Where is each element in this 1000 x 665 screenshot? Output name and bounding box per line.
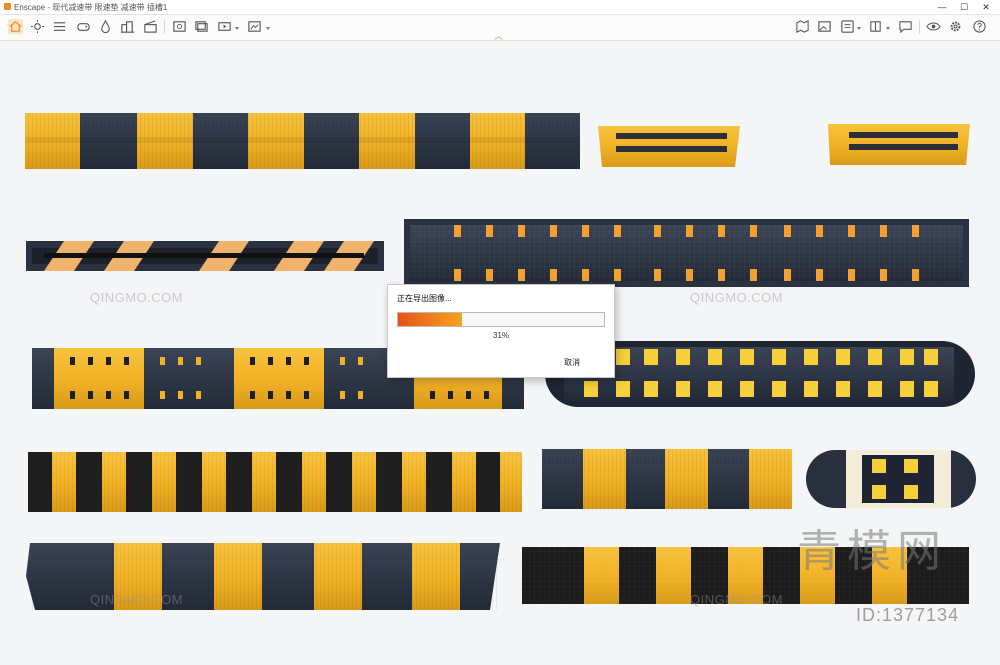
toolbar-separator (919, 20, 920, 34)
speed-bump-7 (542, 449, 792, 509)
speed-bump-3 (404, 219, 969, 287)
asset-dropdown[interactable] (857, 27, 861, 30)
window-title: Enscape - 现代减速带 限速垫 减速带 插槽1 (14, 3, 168, 12)
eye-icon[interactable] (926, 19, 941, 34)
enscape-logo-icon (4, 3, 11, 10)
close-button[interactable]: ✕ (976, 1, 996, 13)
collapse-toolbar-chevron-icon[interactable]: ︿ (494, 32, 503, 41)
speed-bump-small-2 (828, 124, 970, 165)
watermark-text: QINGMO.COM (690, 592, 784, 607)
drop-icon[interactable] (98, 19, 113, 34)
help-icon[interactable] (972, 19, 987, 34)
chat-icon[interactable] (898, 19, 913, 34)
video-export-dropdown[interactable] (235, 27, 239, 30)
cancel-button[interactable]: 取消 (564, 357, 580, 368)
list-icon[interactable] (52, 19, 67, 34)
speed-bump-8 (806, 450, 976, 508)
progress-bar-fill (398, 313, 462, 326)
speed-bump-6 (28, 452, 522, 512)
maximize-button[interactable]: ☐ (954, 1, 974, 13)
speed-bump-2 (26, 241, 384, 271)
video-export-icon[interactable] (217, 19, 232, 34)
screenshot-icon[interactable] (172, 19, 187, 34)
home-icon[interactable] (8, 19, 23, 34)
minimize-button[interactable]: — (932, 1, 952, 13)
buildings-icon[interactable] (120, 19, 135, 34)
gear-icon[interactable] (948, 19, 963, 34)
speed-bump-small-1 (598, 126, 740, 167)
title-bar: Enscape - 现代减速带 限速垫 减速带 插槽1 — ☐ ✕ (0, 0, 1000, 15)
book-icon[interactable] (868, 19, 883, 34)
controller-icon[interactable] (76, 19, 91, 34)
export-progress-dialog: 正在导出图像... 31% 取消 (387, 284, 615, 378)
watermark-text: QINGMO.COM (90, 290, 184, 305)
sun-icon[interactable] (30, 19, 45, 34)
watermark-text: QINGMO.COM (690, 290, 784, 305)
clapper-icon[interactable] (143, 19, 158, 34)
panorama-export-icon[interactable] (247, 19, 262, 34)
speed-bump-1 (25, 113, 580, 169)
dialog-title: 正在导出图像... (397, 294, 452, 303)
watermark-text: QINGMO.COM (90, 592, 184, 607)
batch-render-icon[interactable] (194, 19, 209, 34)
watermark-logo-text: 青模网 (797, 526, 947, 577)
progress-bar (397, 312, 605, 327)
toolbar-separator (164, 20, 165, 34)
map-icon[interactable] (795, 19, 810, 34)
image-icon[interactable] (817, 19, 832, 34)
asset-library-icon[interactable] (840, 19, 855, 34)
panorama-export-dropdown[interactable] (266, 27, 270, 30)
progress-percent: 31% (492, 331, 509, 340)
book-dropdown[interactable] (886, 27, 890, 30)
watermark-id: ID:1377134 (856, 605, 960, 625)
